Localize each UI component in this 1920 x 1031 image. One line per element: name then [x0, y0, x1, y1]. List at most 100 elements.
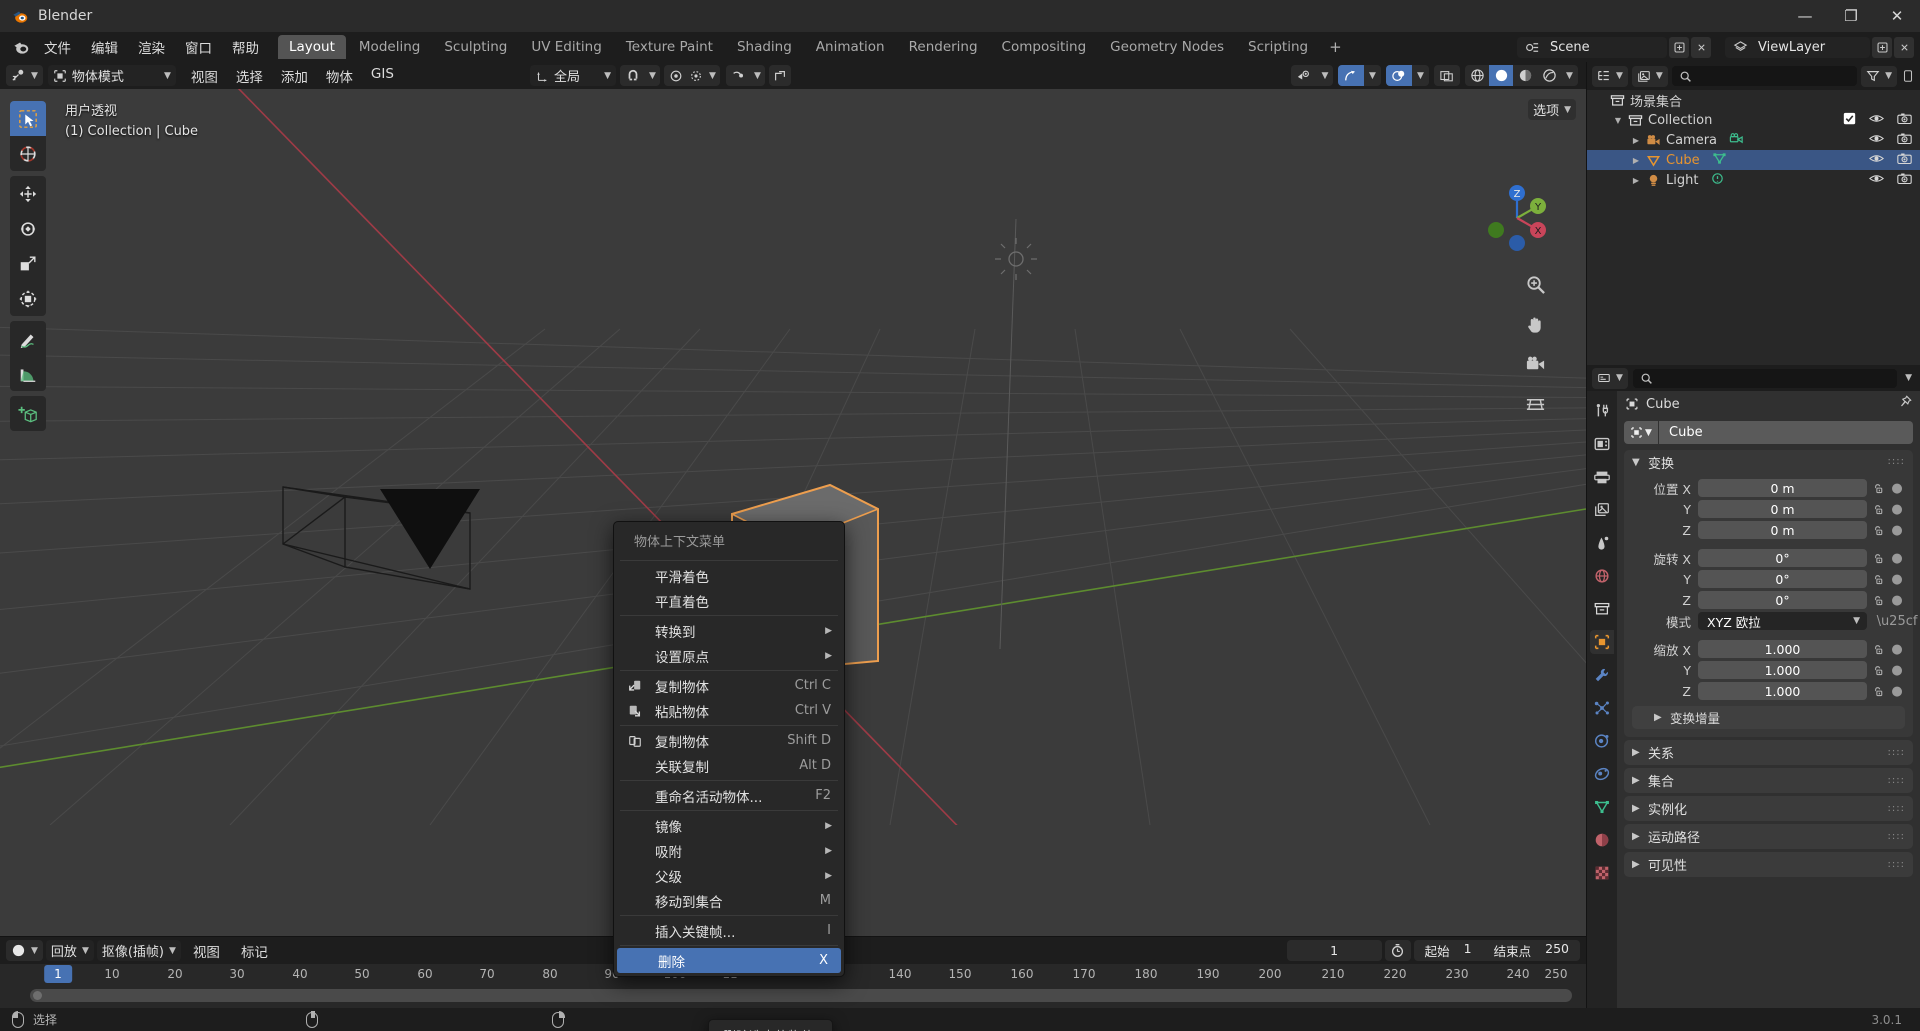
top-menu-0[interactable]: 文件: [34, 34, 81, 60]
lock-icon[interactable]: [1867, 503, 1889, 516]
new-view-layer-button[interactable]: [1872, 36, 1892, 58]
render-camera-icon[interactable]: [1897, 172, 1912, 189]
context-menu-item[interactable]: 转换到 ▶: [614, 618, 844, 643]
visibility-eye-icon[interactable]: [1868, 152, 1885, 169]
object-id-block[interactable]: ▼ Cube: [1624, 421, 1913, 444]
solid-shading-icon[interactable]: [1489, 65, 1513, 86]
delete-view-layer-button[interactable]: [1894, 36, 1914, 58]
scale-y-field[interactable]: 1.000: [1698, 661, 1867, 679]
zoom-icon[interactable]: [1522, 271, 1548, 297]
animate-dot-icon[interactable]: ●: [1889, 642, 1905, 657]
animate-dot-icon[interactable]: ●: [1889, 551, 1905, 566]
workspace-tab-sculpting[interactable]: Sculpting: [433, 35, 518, 59]
tab-collection-icon[interactable]: [1590, 597, 1614, 621]
pivot-point-icon[interactable]: [687, 65, 705, 86]
workspace-tab-shading[interactable]: Shading: [726, 35, 803, 59]
render-camera-icon[interactable]: [1897, 112, 1912, 129]
location-z-field[interactable]: 0 m: [1698, 521, 1867, 539]
visibility-eye-icon[interactable]: [1868, 172, 1885, 189]
context-menu-item[interactable]: 平滑着色: [614, 563, 844, 588]
toggle-ortho-perspective-icon[interactable]: [1522, 391, 1548, 417]
xray-toggle-icon[interactable]: [1434, 65, 1460, 86]
tool-scale[interactable]: [10, 246, 46, 281]
visibility-eye-icon[interactable]: [1868, 112, 1885, 129]
visibility-eye-icon[interactable]: [1868, 132, 1885, 149]
context-menu-item-delete[interactable]: 删除 X: [617, 948, 841, 973]
mesh-data-icon[interactable]: [1712, 151, 1727, 170]
viewport-menu-0[interactable]: 视图: [182, 64, 227, 88]
tab-physics-icon[interactable]: [1590, 729, 1614, 753]
tab-modifier-icon[interactable]: [1590, 663, 1614, 687]
object-id-type-icon[interactable]: ▼: [1624, 421, 1658, 444]
lock-icon[interactable]: [1867, 573, 1889, 586]
workspace-tab-compositing[interactable]: Compositing: [991, 35, 1098, 59]
minimize-button[interactable]: —: [1782, 0, 1828, 32]
object-name-field[interactable]: Cube: [1659, 421, 1913, 444]
show-gizmo-icon[interactable]: [1338, 65, 1364, 86]
snap-magnet-icon[interactable]: [620, 65, 645, 86]
scale-z-field[interactable]: 1.000: [1698, 682, 1867, 700]
collection-checkbox[interactable]: [1843, 112, 1856, 129]
properties-search-input[interactable]: [1632, 368, 1898, 388]
properties-header-chevron[interactable]: ▼: [1902, 373, 1915, 383]
tool-measure[interactable]: [10, 356, 46, 391]
tab-particles-icon[interactable]: [1590, 696, 1614, 720]
current-frame-field[interactable]: 1: [1286, 940, 1382, 961]
animate-dot-icon[interactable]: ●: [1889, 502, 1905, 517]
lock-icon[interactable]: [1867, 552, 1889, 565]
workspace-tab-animation[interactable]: Animation: [805, 35, 896, 59]
lock-icon[interactable]: [1867, 664, 1889, 677]
tab-texture-icon[interactable]: [1590, 861, 1614, 885]
context-menu-item[interactable]: 平直着色: [614, 588, 844, 613]
animate-dot-icon[interactable]: ●: [1889, 663, 1905, 678]
frame-range-box[interactable]: 起始 1 结束点 250: [1413, 940, 1580, 961]
outliner-row-collection[interactable]: ▼ Collection: [1587, 110, 1920, 130]
material-preview-shading-icon[interactable]: [1513, 65, 1537, 86]
expand-triangle-icon[interactable]: ▶: [1629, 176, 1643, 185]
top-menu-3[interactable]: 窗口: [175, 34, 222, 60]
animate-dot-icon[interactable]: ●: [1889, 684, 1905, 699]
delta-transform-subpanel[interactable]: ▶ 变换增量: [1632, 706, 1905, 729]
snap-toggle-icon[interactable]: [726, 65, 750, 86]
lock-icon[interactable]: [1867, 482, 1889, 495]
context-menu-item[interactable]: 复制物体 Ctrl C: [614, 673, 844, 698]
workspace-tab-texture-paint[interactable]: Texture Paint: [615, 35, 724, 59]
viewport-menu-4[interactable]: GIS: [362, 64, 403, 88]
lock-icon[interactable]: [1867, 524, 1889, 537]
editor-type-selector[interactable]: ▼: [6, 65, 43, 86]
animate-dot-icon[interactable]: ●: [1889, 523, 1905, 538]
outliner-row-场景集合[interactable]: 场景集合: [1587, 90, 1920, 110]
end-frame-field[interactable]: 结束点 250: [1483, 941, 1580, 960]
render-camera-icon[interactable]: [1897, 132, 1912, 149]
outliner-search-input[interactable]: [1671, 66, 1858, 86]
location-y-field[interactable]: 0 m: [1698, 500, 1867, 518]
animate-dot-icon[interactable]: ●: [1889, 572, 1905, 587]
auto-keying-icon[interactable]: [1384, 940, 1411, 961]
tool-cursor[interactable]: [10, 136, 46, 171]
show-overlays-icon[interactable]: [1386, 65, 1412, 86]
tool-add-cube[interactable]: [10, 396, 46, 431]
start-frame-field[interactable]: 起始 1: [1414, 941, 1483, 960]
outliner-filter-icon[interactable]: ▼: [1861, 65, 1897, 87]
location-x-field[interactable]: 0 m: [1698, 479, 1867, 497]
lock-icon[interactable]: [1867, 685, 1889, 698]
animate-dot-icon[interactable]: ●: [1889, 593, 1905, 608]
timeline-playhead[interactable]: 1: [44, 965, 72, 983]
close-button[interactable]: ✕: [1874, 0, 1920, 32]
outliner-row-cube[interactable]: ▶ Cube: [1587, 150, 1920, 170]
context-menu-item[interactable]: 复制物体 Shift D: [614, 728, 844, 753]
context-menu-item[interactable]: 粘贴物体 Ctrl V: [614, 698, 844, 723]
top-menu-1[interactable]: 编辑: [81, 34, 128, 60]
context-menu-item[interactable]: 重命名活动物体... F2: [614, 783, 844, 808]
rotation-y-field[interactable]: 0°: [1698, 570, 1867, 588]
object-visibility-icon[interactable]: [1291, 65, 1317, 86]
tab-constraints-icon[interactable]: [1590, 762, 1614, 786]
closed-panel-3[interactable]: ▶ 运动路径::::: [1624, 824, 1913, 849]
top-menu-4[interactable]: 帮助: [222, 34, 269, 60]
tab-world-icon[interactable]: [1590, 564, 1614, 588]
rotation-x-field[interactable]: 0°: [1698, 549, 1867, 567]
tab-object-icon[interactable]: [1590, 630, 1614, 654]
context-menu-item[interactable]: 设置原点 ▶: [614, 643, 844, 668]
expand-triangle-icon[interactable]: ▶: [1629, 136, 1643, 145]
tab-output-icon[interactable]: [1590, 465, 1614, 489]
